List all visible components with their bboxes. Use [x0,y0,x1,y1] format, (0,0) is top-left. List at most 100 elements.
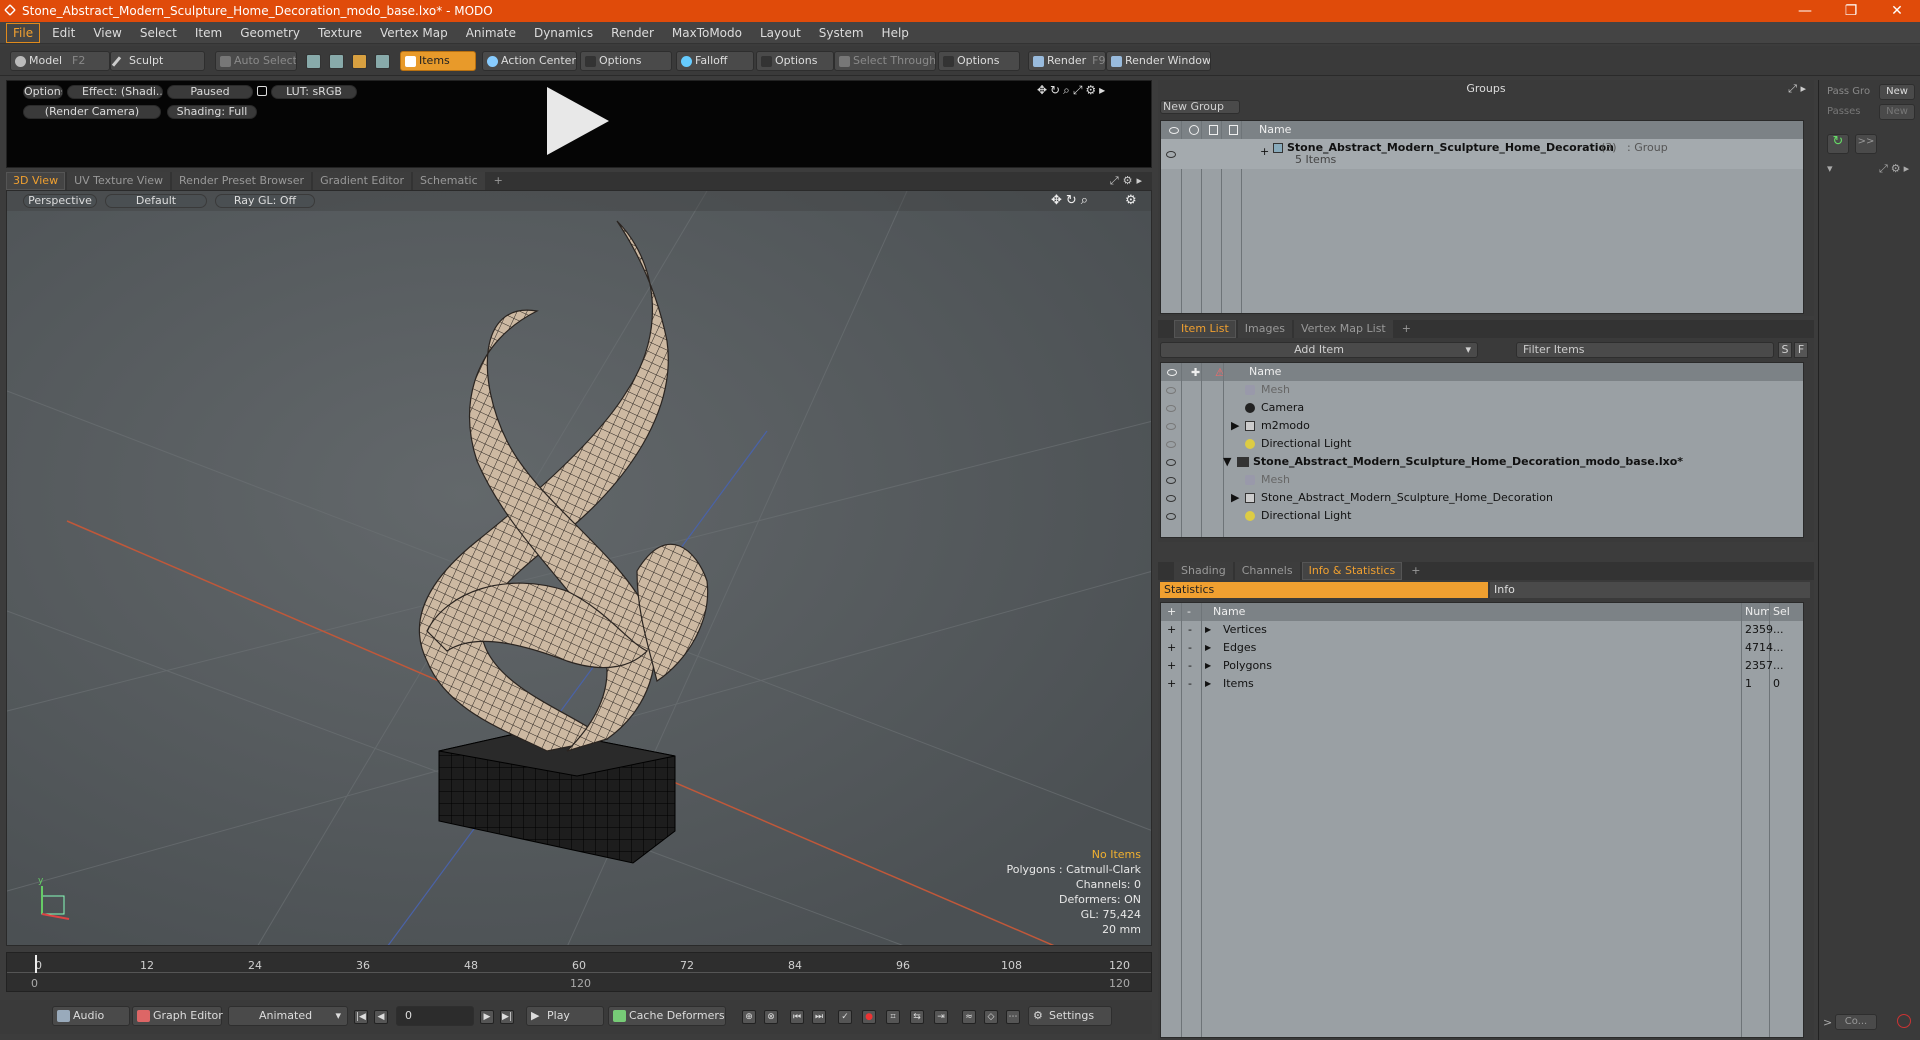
graph-editor-button[interactable]: Graph Editor [132,1006,223,1026]
eye-icon[interactable] [1166,151,1176,158]
forward-icon[interactable]: >> [1855,134,1877,154]
menu-help[interactable]: Help [873,24,918,42]
menu-select[interactable]: Select [131,24,186,42]
preview-effect-dropdown[interactable]: Effect: (Shadi... [67,85,163,99]
statistics-tab[interactable]: Statistics [1160,582,1488,598]
tab-info-statistics[interactable]: Info & Statistics [1301,562,1403,580]
playhead[interactable] [35,955,37,973]
shading-dropdown[interactable]: Shading: Full [167,105,257,119]
f-filter-button[interactable]: F [1794,342,1808,358]
render-camera-dropdown[interactable]: (Render Camera) [23,105,161,119]
menu-file[interactable]: File [6,22,41,43]
menu-maxtomodo[interactable]: MaxToModo [663,24,751,42]
list-item[interactable]: ▶ m2modo [1161,417,1803,435]
vertex-select-icon[interactable] [306,54,321,69]
expand-arrow-icon[interactable]: ▶ [1231,417,1239,435]
menu-layout[interactable]: Layout [751,24,810,42]
play-icon[interactable] [547,87,609,155]
stats-row[interactable]: + - ▶ Items 1 0 [1161,675,1803,693]
keys-icon[interactable]: ⋯ [1006,1010,1020,1024]
tab-channels[interactable]: Channels [1234,562,1300,580]
end-icon[interactable]: ⇥ [934,1010,948,1024]
tab-images[interactable]: Images [1237,320,1292,338]
viewport-settings-icon[interactable]: ⚙ [1125,193,1137,208]
add-tab-button[interactable]: + [1404,562,1427,580]
channel-icon[interactable]: ≈ [962,1010,976,1024]
chevron-down-icon[interactable]: ▾ [1827,162,1833,175]
expand-arrow-icon[interactable]: ▶ [1205,675,1211,693]
key-icon[interactable]: ⊕ [742,1010,756,1024]
new-group-button[interactable]: New Group [1160,100,1240,114]
list-item[interactable]: Mesh [1161,381,1803,399]
tab-vertex-map-list[interactable]: Vertex Map List [1293,320,1393,338]
prev-key-icon[interactable]: ⏮ [790,1010,804,1024]
stats-row[interactable]: + - ▶ Polygons 2357... [1161,657,1803,675]
lut-dropdown[interactable]: LUT: sRGB [271,85,357,99]
menu-render[interactable]: Render [602,24,663,42]
new-pass-button[interactable]: New [1879,104,1915,120]
tab-item-list[interactable]: Item List [1174,320,1236,338]
collapse-arrow-icon[interactable]: ▼ [1223,453,1231,471]
select-through-options-button[interactable]: Options [938,51,1020,71]
menu-view[interactable]: View [84,24,130,42]
render-button[interactable]: Render F9 [1028,51,1106,71]
viewport-nav-icons[interactable]: ✥↻⌕ [1051,193,1092,208]
eye-icon[interactable] [1166,495,1176,502]
tab-3d-view[interactable]: 3D View [6,172,66,190]
play-button[interactable]: ▶ Play [526,1006,604,1026]
add-tab-button[interactable]: + [487,172,510,190]
raygl-toggle[interactable]: Ray GL: Off [215,194,315,208]
expand-arrow-icon[interactable]: ▶ [1231,489,1239,507]
collapse-all-icon[interactable]: - [1187,603,1191,621]
close-button[interactable]: ✕ [1874,0,1920,22]
menu-vertex-map[interactable]: Vertex Map [371,24,457,42]
eye-icon[interactable] [1166,387,1176,394]
tab-gradient-editor[interactable]: Gradient Editor [313,172,411,190]
menu-edit[interactable]: Edit [43,24,84,42]
settings-button[interactable]: ⚙ Settings [1028,1006,1112,1026]
record-icon[interactable]: ● [862,1010,876,1024]
eye-icon[interactable] [1166,459,1176,466]
menu-item[interactable]: Item [186,24,231,42]
stats-row[interactable]: + - ▶ Edges 4714... [1161,639,1803,657]
group-row[interactable]: + Stone_Abstract_Modern_Sculpture_Home_D… [1161,139,1803,169]
preview-paused-button[interactable]: Paused [167,85,253,99]
preview-nav-icons[interactable]: ✥↻⌕⤢⚙▸ [1037,83,1108,98]
step-forward-icon[interactable]: ▶ [480,1010,494,1024]
eye-icon[interactable] [1166,513,1176,520]
tab-uv-texture-view[interactable]: UV Texture View [67,172,171,190]
new-pass-group-button[interactable]: New [1879,84,1915,100]
step-back-icon[interactable]: ◀ [374,1010,388,1024]
add-item-button[interactable]: Add Item ▾ [1160,342,1478,358]
expand-arrow-icon[interactable]: ▶ [1205,657,1211,675]
add-tab-button[interactable]: + [1395,320,1418,338]
next-key-icon[interactable]: ⏭ [812,1010,826,1024]
dopesheet-icon[interactable]: ◇ [984,1010,998,1024]
list-item[interactable]: Camera [1161,399,1803,417]
menu-texture[interactable]: Texture [309,24,371,42]
groups-expand-icon[interactable]: ⤢ ▸ [1788,80,1806,98]
expand-all-icon[interactable]: + [1167,603,1176,621]
key-all-icon[interactable]: ⊗ [764,1010,778,1024]
cache-deformers-button[interactable]: Cache Deformers [608,1006,726,1026]
expand-icon[interactable]: + [1260,143,1269,161]
action-center-options-button[interactable]: Options [580,51,672,71]
list-item[interactable]: Mesh [1161,471,1803,489]
auto-key-icon[interactable]: ✓ [838,1010,852,1024]
minimize-button[interactable]: — [1782,0,1828,22]
list-item-scene[interactable]: ▼ Stone_Abstract_Modern_Sculpture_Home_De… [1161,453,1803,471]
info-tab[interactable]: Info [1490,582,1810,598]
skip-start-icon[interactable]: |◀ [354,1010,368,1024]
audio-button[interactable]: Audio [52,1006,130,1026]
eye-icon[interactable] [1166,423,1176,430]
model-mode-button[interactable]: Model F2 [10,51,110,71]
timeline[interactable]: 0 12 24 36 48 60 72 84 96 108 120 0 120 … [6,952,1152,992]
action-center-button[interactable]: Action Center [482,51,577,71]
auto-select-button[interactable]: Auto Select [215,51,297,71]
list-item[interactable]: Directional Light [1161,507,1803,525]
items-mode-button[interactable]: Items [400,51,476,71]
loop-icon[interactable]: ⇆ [910,1010,924,1024]
tab-shading[interactable]: Shading [1174,562,1233,580]
menu-dynamics[interactable]: Dynamics [525,24,602,42]
perspective-dropdown[interactable]: Perspective [23,194,97,208]
